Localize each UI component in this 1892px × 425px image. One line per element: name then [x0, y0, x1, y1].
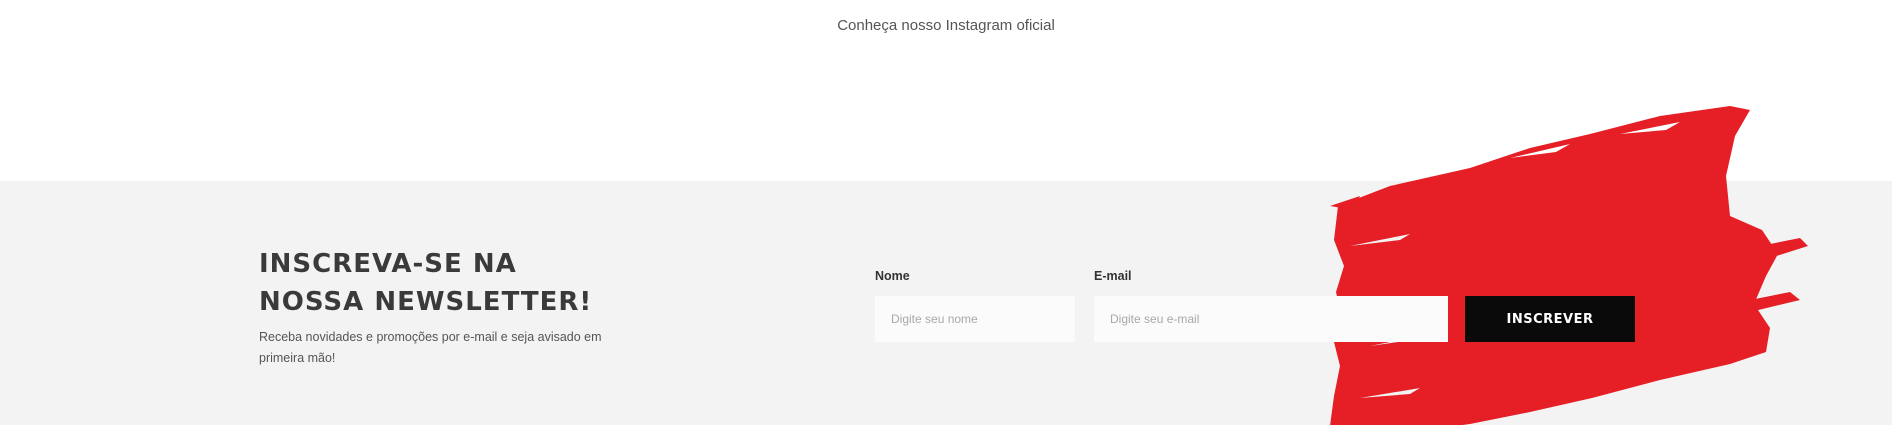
newsletter-title-line-1: INSCREVA-SE NA	[259, 249, 517, 279]
newsletter-title-line-2: NOSSA NEWSLETTER!	[259, 287, 593, 317]
instagram-link[interactable]: Conheça nosso Instagram oficial	[0, 17, 1892, 34]
newsletter-title: INSCREVA-SE NA NOSSA NEWSLETTER!	[259, 245, 592, 321]
name-input[interactable]	[875, 296, 1075, 342]
subscribe-button[interactable]: INSCREVER	[1465, 296, 1635, 342]
instagram-section: Conheça nosso Instagram oficial	[0, 0, 1892, 181]
email-input[interactable]	[1094, 296, 1448, 342]
newsletter-section: INSCREVA-SE NA NOSSA NEWSLETTER! Receba …	[0, 181, 1892, 425]
newsletter-description: Receba novidades e promoções por e-mail …	[259, 330, 602, 365]
email-label: E-mail	[1094, 269, 1132, 283]
name-label: Nome	[875, 269, 910, 283]
